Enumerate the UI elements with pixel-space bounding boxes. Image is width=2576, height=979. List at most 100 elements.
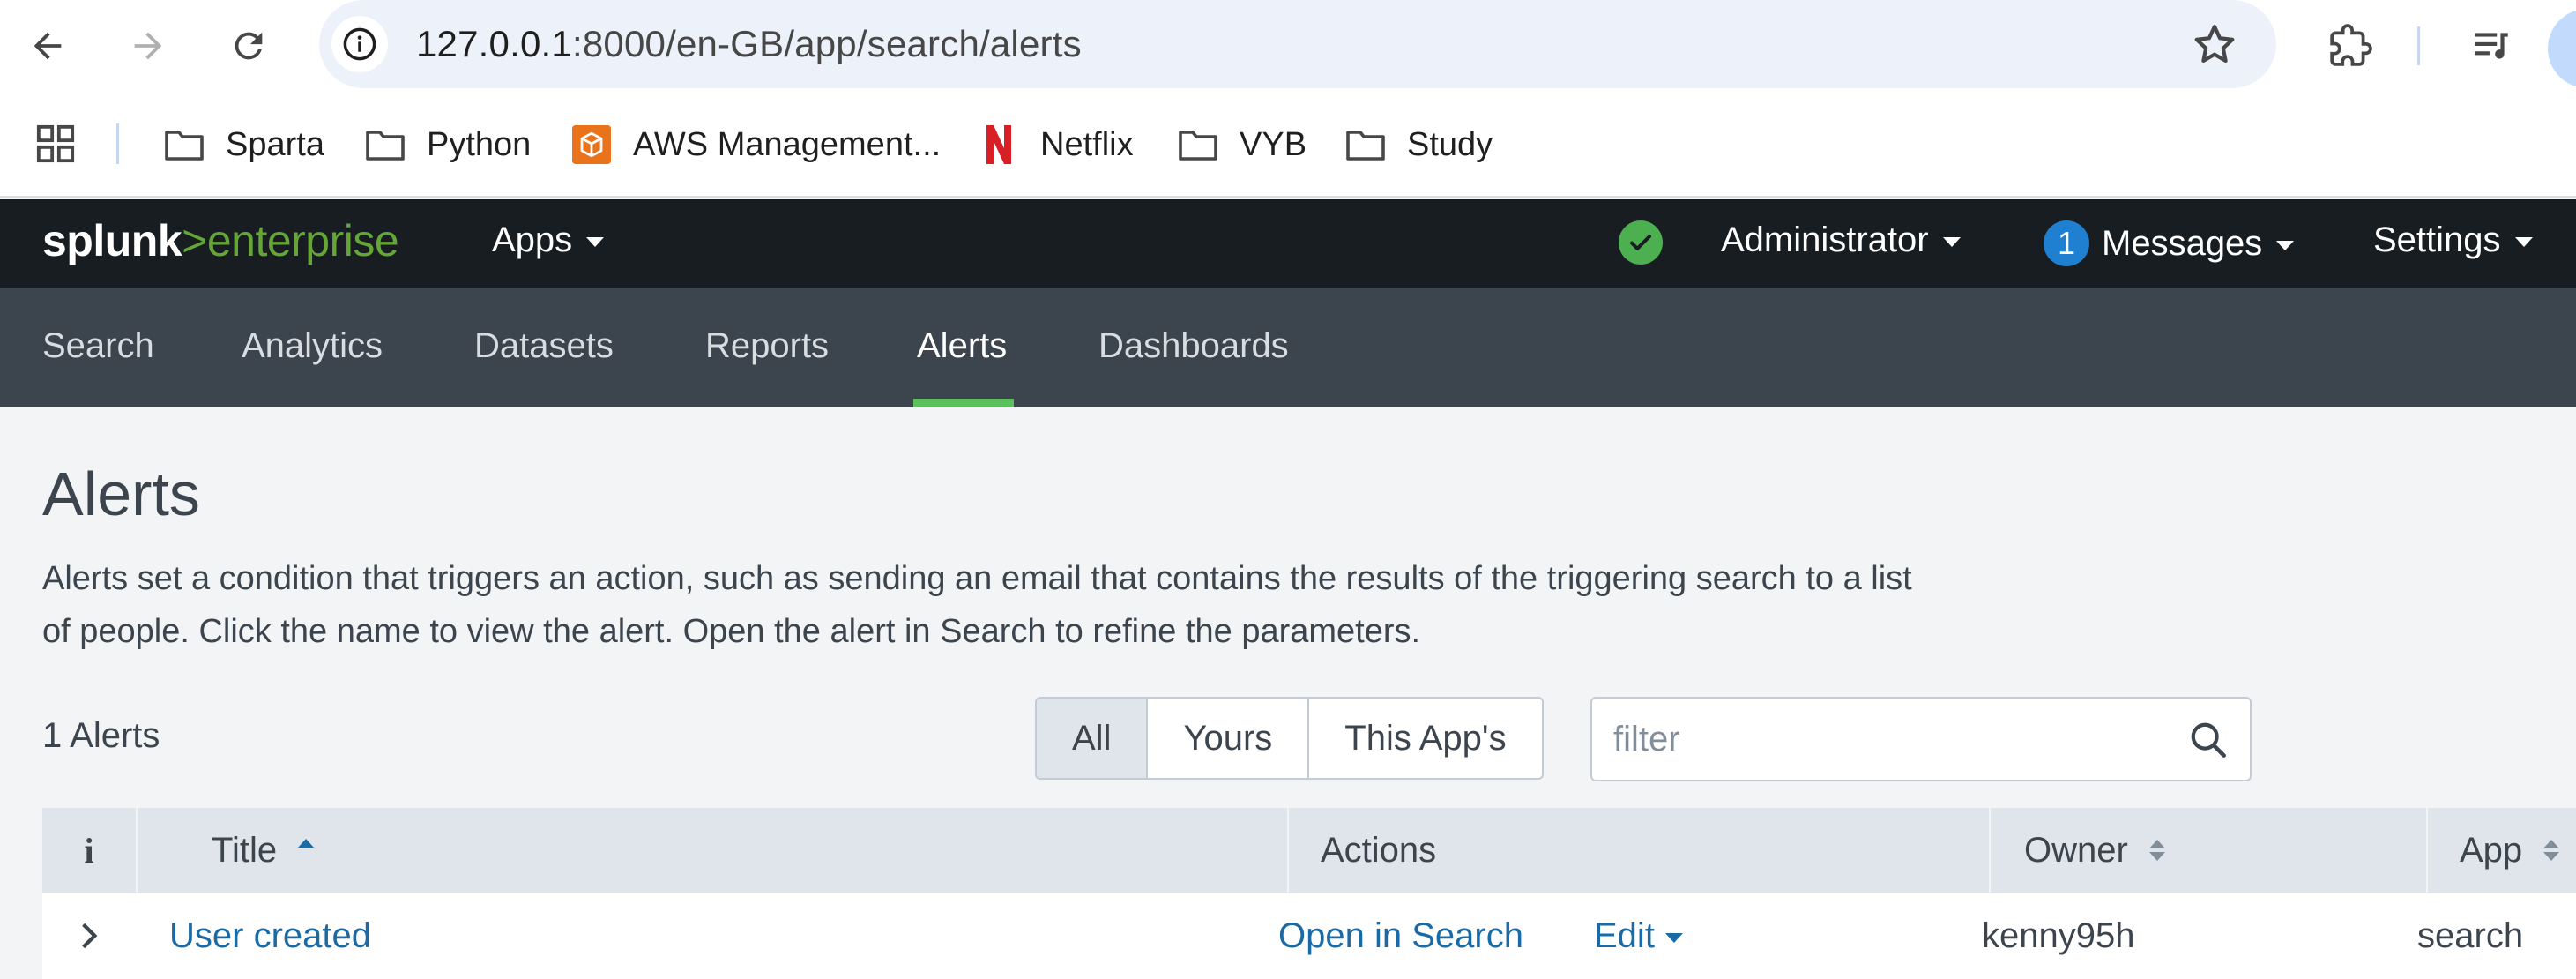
alert-title-link[interactable]: User created	[169, 893, 371, 979]
apps-menu[interactable]: Apps	[492, 220, 605, 260]
messages-menu-label: Messages	[2102, 223, 2263, 263]
reload-icon	[235, 32, 263, 60]
settings-menu-label: Settings	[2373, 220, 2501, 259]
sort-icon	[2543, 840, 2560, 861]
messages-menu[interactable]: 1 Messages	[2044, 220, 2295, 266]
header-app-label: App	[2460, 830, 2523, 870]
health-status-icon[interactable]	[1619, 220, 1663, 265]
bookmark-aws[interactable]: AWS Management...	[570, 118, 941, 171]
profile-avatar[interactable]	[2548, 9, 2576, 88]
app-nav-bar: Search Analytics Datasets Reports Alerts…	[0, 288, 2576, 407]
arrow-left-icon	[34, 32, 62, 60]
page-title: Alerts	[42, 460, 200, 528]
apps-grid-icon[interactable]	[35, 123, 76, 164]
tab-search[interactable]: Search	[42, 326, 154, 366]
settings-menu[interactable]: Settings	[2373, 220, 2533, 260]
arrow-right-icon	[134, 32, 162, 60]
header-title[interactable]: Title	[138, 808, 1287, 893]
bookmark-vyb[interactable]: VYB	[1176, 118, 1307, 171]
back-button[interactable]	[21, 19, 74, 72]
reload-button[interactable]	[222, 19, 275, 72]
reading-list-button[interactable]	[2465, 19, 2518, 72]
caret-down-icon	[586, 237, 605, 247]
bookmarks-bar: Sparta Python AWS Management... Netflix …	[0, 92, 2576, 198]
folder-icon	[162, 125, 206, 164]
expand-row-button[interactable]	[42, 893, 136, 979]
url-path: :8000/en-GB/app/search/alerts	[571, 23, 1082, 64]
folder-icon	[1344, 125, 1388, 164]
sort-icon	[2148, 840, 2165, 861]
browser-toolbar: 127.0.0.1:8000/en-GB/app/search/alerts	[0, 0, 2576, 92]
aws-icon	[570, 125, 614, 164]
logo-chevron: >	[182, 216, 207, 265]
splunk-header: splunk>enterprise Apps Administrator 1 Me…	[0, 199, 2576, 288]
header-app[interactable]: App	[2428, 808, 2576, 893]
app-cell: search	[2417, 915, 2524, 955]
netflix-icon	[977, 125, 1021, 164]
folder-icon	[363, 125, 407, 164]
checkmark-icon	[1630, 235, 1651, 250]
edit-menu[interactable]: Edit	[1594, 893, 1683, 979]
logo-product: enterprise	[206, 216, 399, 265]
header-info: i	[42, 808, 136, 893]
tab-analytics[interactable]: Analytics	[242, 326, 383, 366]
user-menu[interactable]: Administrator	[1721, 220, 1961, 260]
bookmark-python[interactable]: Python	[363, 118, 531, 171]
bookmarks-separator	[116, 123, 119, 164]
logo-brand: splunk	[42, 216, 182, 265]
forward-button[interactable]	[122, 19, 175, 72]
caret-down-icon	[1942, 237, 1961, 247]
toolbar-separator	[2417, 26, 2420, 65]
folder-icon	[1176, 125, 1220, 164]
url-host: 127.0.0.1	[416, 23, 572, 64]
header-actions: Actions	[1289, 808, 1989, 893]
tab-datasets[interactable]: Datasets	[474, 326, 614, 366]
url-text[interactable]: 127.0.0.1:8000/en-GB/app/search/alerts	[416, 23, 1082, 65]
sort-ascending-icon	[298, 839, 315, 848]
apps-menu-label: Apps	[492, 220, 573, 259]
bookmark-label: Netflix	[1040, 125, 1134, 163]
tab-reports[interactable]: Reports	[705, 326, 829, 366]
bookmark-star-icon[interactable]	[2190, 19, 2239, 69]
edit-menu-label: Edit	[1594, 915, 1655, 955]
chevron-right-icon	[82, 923, 98, 949]
filter-yours-button[interactable]: Yours	[1148, 699, 1310, 778]
header-title-label: Title	[212, 830, 278, 870]
tab-dashboards[interactable]: Dashboards	[1098, 326, 1289, 366]
owner-cell: kenny95h	[1982, 915, 2135, 955]
caret-down-icon	[2514, 237, 2533, 247]
messages-count-badge: 1	[2044, 220, 2089, 266]
caret-down-icon	[2276, 240, 2295, 250]
page-description: Alerts set a condition that triggers an …	[42, 560, 1912, 650]
site-info-button[interactable]	[331, 16, 388, 72]
header-actions-label: Actions	[1321, 830, 1437, 870]
bookmark-label: Study	[1407, 125, 1493, 163]
filter-box	[1590, 697, 2252, 781]
splunk-logo[interactable]: splunk>enterprise	[42, 215, 399, 266]
header-owner-label: Owner	[2024, 830, 2128, 870]
filter-all-button[interactable]: All	[1037, 699, 1149, 778]
tab-alerts[interactable]: Alerts	[917, 326, 1007, 366]
bookmark-label: Sparta	[226, 125, 324, 163]
table-header: i Title Actions Owner App	[42, 808, 2576, 893]
bookmark-netflix[interactable]: Netflix	[977, 118, 1134, 171]
filter-input[interactable]	[1613, 714, 2160, 764]
bookmark-study[interactable]: Study	[1344, 118, 1493, 171]
info-icon	[343, 27, 376, 61]
user-menu-label: Administrator	[1721, 220, 1929, 259]
active-tab-indicator	[913, 399, 1014, 407]
header-owner[interactable]: Owner	[1991, 808, 2426, 893]
info-icon: i	[84, 830, 94, 871]
playlist-icon	[2475, 33, 2508, 59]
filter-this-app-button[interactable]: This App's	[1309, 699, 1541, 778]
table-row: User created Open in Search Edit kenny95…	[42, 893, 2576, 979]
bookmark-label: AWS Management...	[633, 125, 942, 163]
extensions-button[interactable]	[2324, 19, 2377, 72]
search-icon[interactable]	[2188, 720, 2229, 760]
open-in-search-link[interactable]: Open in Search	[1278, 893, 1523, 979]
puzzle-icon	[2330, 24, 2372, 66]
bookmark-label: Python	[427, 125, 532, 163]
address-bar[interactable]: 127.0.0.1:8000/en-GB/app/search/alerts	[319, 0, 2276, 88]
caret-down-icon	[1664, 932, 1683, 943]
bookmark-sparta[interactable]: Sparta	[162, 118, 324, 171]
